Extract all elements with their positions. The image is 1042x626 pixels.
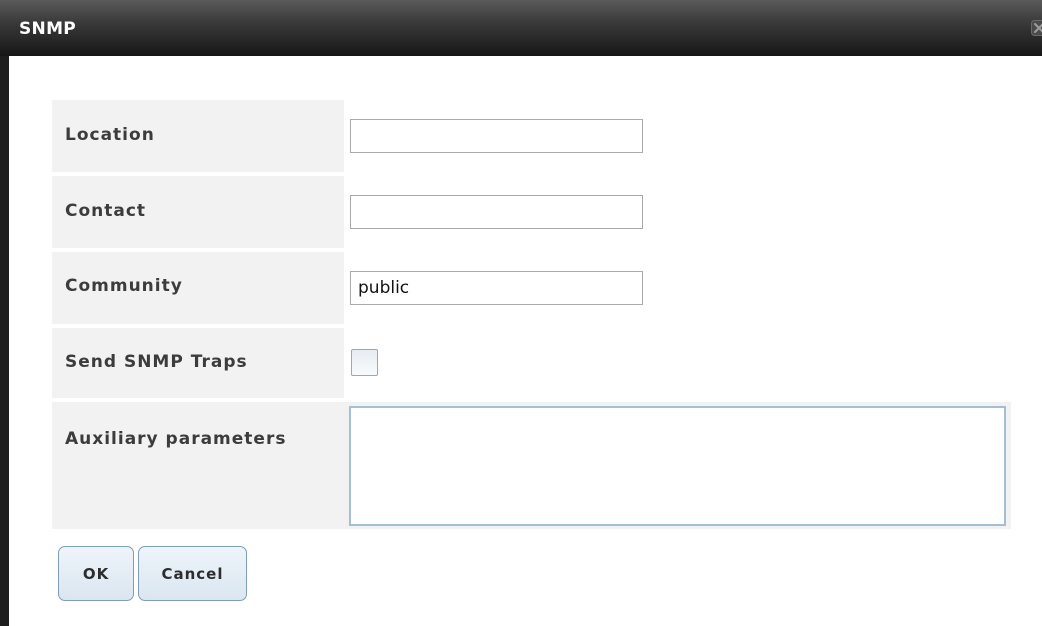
send-traps-checkbox[interactable] — [351, 349, 378, 376]
location-input[interactable] — [350, 119, 643, 153]
community-label-cell: Community — [52, 252, 344, 324]
location-label: Location — [65, 125, 155, 145]
dialog-title: SNMP — [19, 19, 77, 39]
dialog-titlebar[interactable]: SNMP — [0, 0, 1042, 56]
send-traps-label: Send SNMP Traps — [65, 352, 248, 372]
send-traps-label-cell: Send SNMP Traps — [52, 328, 344, 398]
aux-params-label-cell: Auxiliary parameters — [52, 402, 344, 529]
aux-params-textarea[interactable] — [349, 406, 1006, 526]
community-label: Community — [65, 276, 183, 296]
close-icon[interactable] — [1031, 20, 1042, 36]
location-label-cell: Location — [52, 100, 344, 172]
contact-input[interactable] — [350, 195, 643, 229]
ok-button[interactable]: OK — [58, 546, 134, 601]
community-input[interactable] — [350, 271, 643, 305]
cancel-button[interactable]: Cancel — [138, 546, 247, 601]
snmp-dialog: SNMP Location Contact Community Send SNM… — [0, 0, 1042, 626]
contact-label: Contact — [65, 201, 147, 221]
contact-label-cell: Contact — [52, 176, 344, 248]
aux-params-label: Auxiliary parameters — [65, 429, 287, 449]
